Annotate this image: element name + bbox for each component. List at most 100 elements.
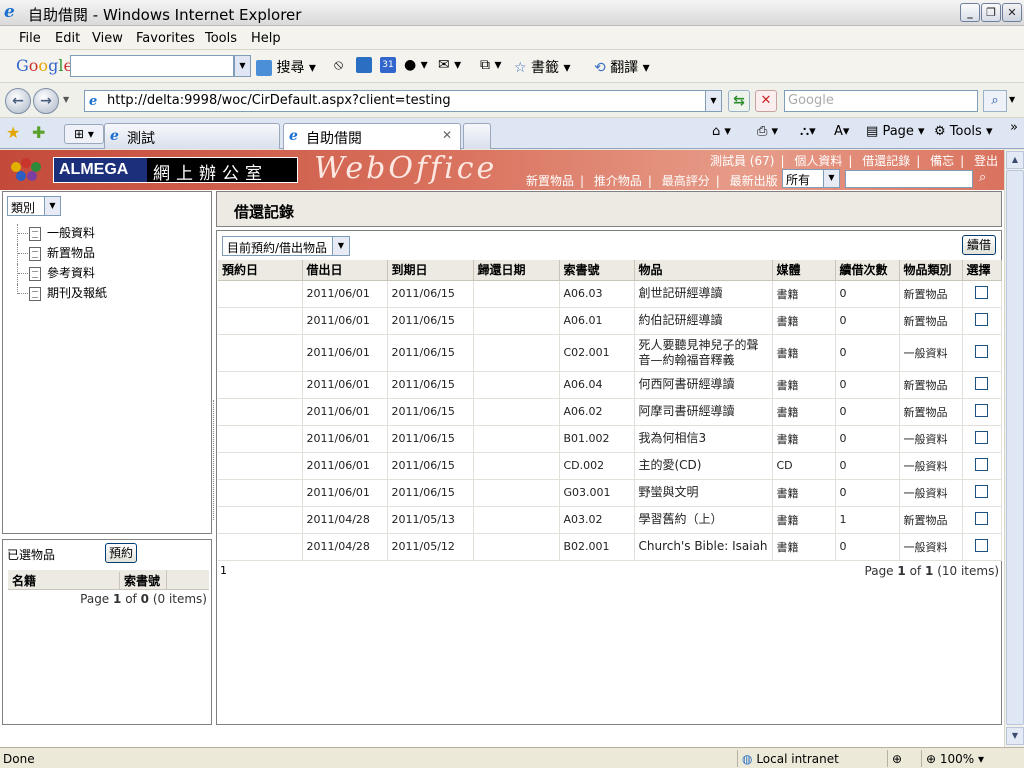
- column-header[interactable]: 借出日: [302, 260, 388, 281]
- select-checkbox[interactable]: [974, 511, 988, 525]
- table-row[interactable]: 2011/06/01 2011/06/15 G03.001 野蠻與文明 書籍 0 一般資料: [218, 479, 1002, 507]
- minimize-button[interactable]: _: [960, 3, 980, 22]
- select-checkbox[interactable]: [974, 312, 988, 326]
- google-search-button[interactable]: 搜尋 ▾: [256, 57, 316, 77]
- bookmarks-button[interactable]: ☆ 書籤 ▾: [514, 57, 571, 77]
- security-zone[interactable]: ◍ Local intranet: [737, 750, 882, 767]
- menu-edit[interactable]: Edit: [55, 31, 80, 46]
- chevron-more-icon[interactable]: »: [1010, 120, 1018, 135]
- table-row[interactable]: 2011/06/01 2011/06/15 A06.02 阿摩司書研經導讀 書籍 0 新置物…: [218, 398, 1002, 426]
- select-checkbox[interactable]: [974, 403, 988, 417]
- column-header-callno[interactable]: 索書號: [119, 572, 160, 589]
- search-icon[interactable]: ⌕: [979, 170, 986, 185]
- column-header[interactable]: 預約日: [218, 260, 303, 281]
- page-menu[interactable]: ▤ Page ▾: [866, 124, 925, 139]
- table-row[interactable]: 2011/06/01 2011/06/15 B01.002 我為何相信3 書籍 0 一般資料: [218, 425, 1002, 453]
- nav-recommended[interactable]: 推介物品: [594, 174, 642, 188]
- web-search-input[interactable]: Google: [784, 90, 978, 112]
- column-header[interactable]: 選擇: [962, 260, 1002, 281]
- scroll-up-arrow[interactable]: ▲: [1006, 151, 1024, 169]
- tree-item-general[interactable]: 一般資料: [17, 224, 107, 244]
- table-row[interactable]: 2011/06/01 2011/06/15 CD.002 主的愛(CD) CD 0 一般資料: [218, 452, 1002, 480]
- close-tab-icon[interactable]: ✕: [442, 128, 452, 142]
- logout-link[interactable]: 登出: [974, 154, 998, 168]
- scroll-thumb[interactable]: [1006, 170, 1024, 725]
- menu-file[interactable]: File: [19, 31, 41, 46]
- new-tab-button[interactable]: [463, 123, 491, 149]
- column-header[interactable]: 物品類別: [899, 260, 963, 281]
- home-icon[interactable]: ⌂ ▾: [712, 124, 731, 139]
- refresh-button[interactable]: ⇆: [728, 90, 750, 112]
- tree-item-reference[interactable]: 參考資料: [17, 264, 107, 284]
- google-search-dropdown[interactable]: ▼: [234, 55, 251, 77]
- forward-button[interactable]: →: [33, 88, 59, 114]
- column-header[interactable]: 物品: [634, 260, 773, 281]
- book-icon[interactable]: [356, 57, 372, 73]
- user-link[interactable]: 測試員 (67): [710, 154, 774, 168]
- select-checkbox[interactable]: [974, 344, 988, 358]
- table-row[interactable]: 2011/06/01 2011/06/15 A06.01 約伯記研經導讀 書籍 0 新置物品: [218, 307, 1002, 335]
- table-row[interactable]: 2011/06/01 2011/06/15 A06.03 創世記研經導讀 書籍 0 新置物品: [218, 280, 1002, 308]
- tree-item-periodicals[interactable]: 期刊及報紙: [17, 284, 107, 304]
- category-select[interactable]: 類別 ▼: [7, 196, 61, 216]
- menu-favorites[interactable]: Favorites: [136, 31, 195, 46]
- menu-view[interactable]: View: [92, 31, 123, 46]
- restore-button[interactable]: ❐: [981, 3, 1001, 22]
- compass-icon[interactable]: ⦸: [334, 57, 343, 73]
- table-row[interactable]: 2011/06/01 2011/06/15 A06.04 何西阿書研經導讀 書籍 0 新置物…: [218, 371, 1002, 399]
- select-checkbox[interactable]: [974, 285, 988, 299]
- zoom-control[interactable]: ⊕ 100% ▾: [921, 750, 1001, 767]
- select-checkbox[interactable]: [974, 430, 988, 444]
- translate-page-icon[interactable]: ⧉ ▾: [480, 57, 501, 73]
- search-options-dropdown[interactable]: ▼: [1009, 95, 1015, 104]
- print-icon[interactable]: ⎙ ▾: [757, 124, 778, 139]
- renew-button[interactable]: 續借: [962, 235, 996, 255]
- column-header[interactable]: 歸還日期: [473, 260, 560, 281]
- profile-link[interactable]: 個人資料: [794, 154, 842, 168]
- tree-item-new[interactable]: 新置物品: [17, 244, 107, 264]
- record-filter-select[interactable]: 目前預約/借出物品 ▼: [222, 236, 350, 256]
- select-checkbox[interactable]: [974, 538, 988, 552]
- close-button[interactable]: ✕: [1002, 3, 1022, 22]
- url-dropdown[interactable]: ▼: [705, 90, 722, 112]
- feeds-icon[interactable]: ⛬▾: [800, 124, 816, 139]
- quick-tabs-button[interactable]: ⊞ ▾: [64, 124, 104, 144]
- protected-mode-icon[interactable]: ⊕: [887, 750, 917, 767]
- add-favorites-icon[interactable]: ✚: [32, 123, 45, 142]
- mail-icon[interactable]: ✉ ▾: [438, 57, 461, 73]
- menu-help[interactable]: Help: [251, 31, 281, 46]
- nav-top-rated[interactable]: 最高評分: [662, 174, 710, 188]
- column-header[interactable]: 索書號: [559, 260, 635, 281]
- url-field[interactable]: e http://delta:9998/woc/CirDefault.aspx?…: [84, 90, 706, 112]
- nav-new-items[interactable]: 新置物品: [526, 174, 574, 188]
- scroll-down-arrow[interactable]: ▼: [1006, 727, 1024, 745]
- web-search-button[interactable]: ⌕: [983, 90, 1007, 112]
- history-link[interactable]: 借還記錄: [862, 154, 910, 168]
- column-header[interactable]: 到期日: [387, 260, 474, 281]
- google-logo[interactable]: Google: [16, 56, 73, 75]
- translate-button[interactable]: ⟲ 翻譯 ▾: [594, 57, 650, 77]
- tools-menu[interactable]: ⚙ Tools ▾: [934, 124, 993, 139]
- scope-select[interactable]: 所有 ▼: [782, 169, 840, 188]
- tab-test[interactable]: e 測試: [104, 123, 280, 149]
- back-button[interactable]: ←: [5, 88, 31, 114]
- column-header-title[interactable]: 名籍: [12, 572, 36, 589]
- globe-icon[interactable]: ● ▾: [404, 57, 428, 73]
- tab-self-checkout[interactable]: e 自助借閱 ✕: [283, 123, 461, 150]
- page-scrollbar[interactable]: ▲ ▼: [1004, 150, 1024, 747]
- history-dropdown[interactable]: ▼: [63, 95, 69, 104]
- page-link[interactable]: 1: [220, 564, 227, 577]
- nav-latest[interactable]: 最新出版: [730, 174, 778, 188]
- calendar-icon[interactable]: 31: [380, 57, 396, 73]
- column-header[interactable]: 媒體: [772, 260, 836, 281]
- select-checkbox[interactable]: [974, 376, 988, 390]
- stop-button[interactable]: ✕: [755, 90, 777, 112]
- column-header[interactable]: 續借次數: [835, 260, 900, 281]
- text-size-icon[interactable]: A▾: [834, 124, 849, 139]
- table-row[interactable]: 2011/04/28 2011/05/12 B02.001 Church's Bibl…: [218, 533, 1002, 561]
- select-checkbox[interactable]: [974, 457, 988, 471]
- google-search-input[interactable]: [70, 55, 234, 77]
- select-checkbox[interactable]: [974, 484, 988, 498]
- menu-tools[interactable]: Tools: [205, 31, 237, 46]
- reserve-button[interactable]: 預約: [105, 543, 137, 563]
